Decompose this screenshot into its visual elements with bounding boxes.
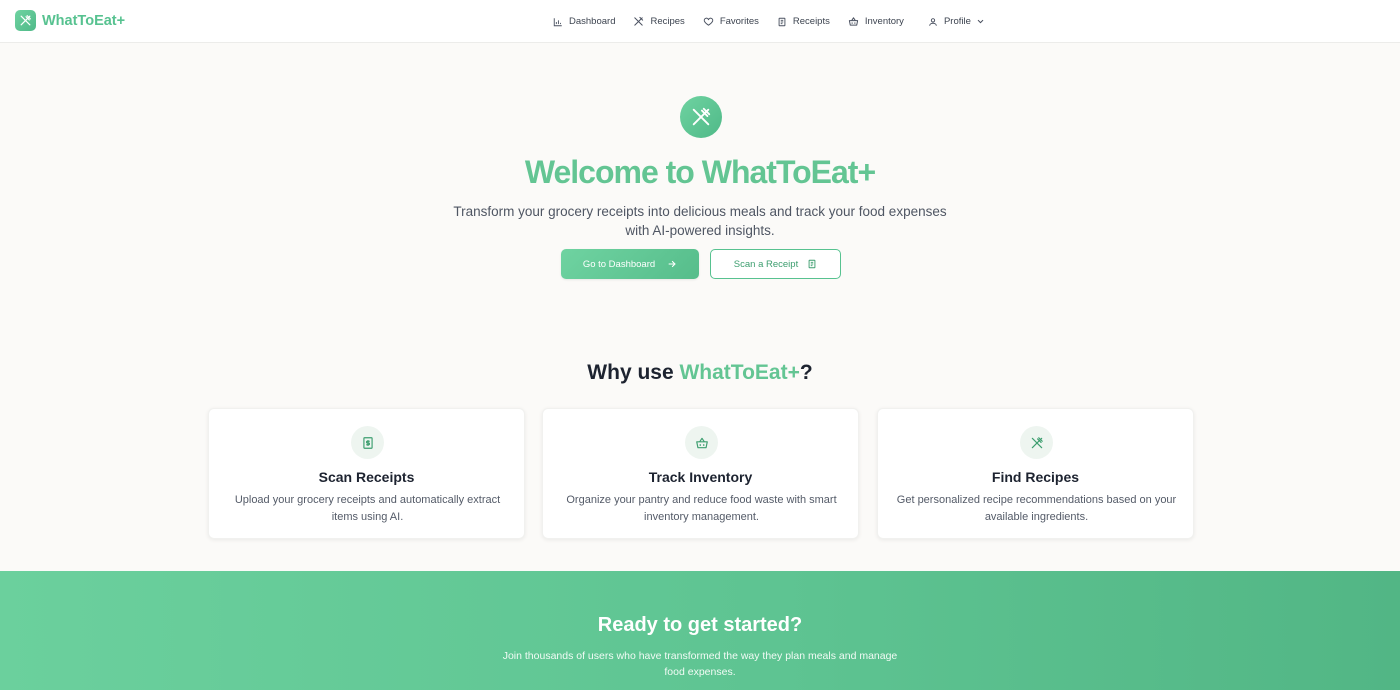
receipt-icon: [808, 259, 816, 269]
button-label: Go to Dashboard: [582, 258, 656, 270]
nav-item-favorites[interactable]: Favorites: [703, 16, 759, 27]
profile-menu[interactable]: Profile: [928, 16, 985, 27]
receipt-icon: [778, 17, 786, 26]
why-title-accent: WhatToEat+: [679, 361, 800, 384]
button-label: Scan a Receipt: [733, 258, 799, 270]
card-title: Find Recipes: [991, 469, 1080, 485]
nav-item-receipts[interactable]: Receipts: [777, 16, 830, 27]
why-title-prefix: Why use: [587, 361, 680, 384]
why-title-suffix: ?: [799, 361, 813, 384]
utensils-icon: [15, 10, 36, 31]
receipt-icon: [351, 426, 384, 459]
card-description: Organize your pantry and reduce food was…: [566, 494, 837, 523]
arrow-right-icon: [668, 260, 676, 268]
nav-item-label: Recipes: [650, 16, 685, 27]
profile-label: Profile: [943, 16, 971, 27]
main-nav: Dashboard Recipes Favorites Receipts Inv…: [553, 0, 1003, 43]
nav-item-label: Inventory: [864, 16, 904, 27]
utensils-icon: [634, 16, 644, 26]
nav-item-label: Favorites: [719, 16, 759, 27]
card-description: Upload your grocery receipts and automat…: [234, 494, 501, 523]
bar-chart-icon: [553, 17, 562, 26]
hero-subtitle: Transform your grocery receipts into del…: [453, 204, 947, 238]
feature-card-scan-receipts: Scan Receipts Upload your grocery receip…: [208, 408, 525, 539]
nav-item-dashboard[interactable]: Dashboard: [553, 16, 615, 27]
brand-logo-link[interactable]: WhatToEat+: [15, 10, 125, 31]
card-title: Scan Receipts: [318, 469, 415, 485]
card-title: Track Inventory: [648, 469, 753, 485]
cta-subtitle: Join thousands of users who have transfo…: [502, 650, 898, 678]
cta-section: Ready to get started? Join thousands of …: [0, 571, 1400, 690]
navbar: WhatToEat+ Dashboard Recipes Favorites R…: [0, 0, 1400, 43]
nav-item-inventory[interactable]: Inventory: [848, 16, 904, 27]
go-to-dashboard-button[interactable]: Go to Dashboard: [561, 249, 699, 279]
utensils-icon: [1020, 426, 1053, 459]
why-section-title: Why use WhatToEat+?: [0, 361, 1400, 385]
chevron-down-icon: [977, 19, 984, 24]
scan-receipt-button[interactable]: Scan a Receipt: [710, 249, 841, 279]
card-description: Get personalized recipe recommendations …: [896, 494, 1177, 523]
nav-item-label: Dashboard: [569, 16, 616, 27]
nav-item-recipes[interactable]: Recipes: [633, 16, 685, 27]
feature-card-track-inventory: Track Inventory Organize your pantry and…: [542, 408, 859, 539]
cta-title: Ready to get started?: [597, 614, 803, 636]
utensils-icon: [680, 96, 722, 138]
heart-icon: [703, 17, 714, 26]
hero-title: Welcome to WhatToEat+: [524, 154, 876, 190]
brand-name: WhatToEat+: [42, 12, 126, 29]
feature-card-find-recipes: Find Recipes Get personalized recipe rec…: [877, 408, 1194, 539]
basket-icon: [685, 426, 718, 459]
nav-item-label: Receipts: [792, 16, 830, 27]
user-icon: [929, 17, 937, 26]
basket-icon: [848, 17, 858, 26]
